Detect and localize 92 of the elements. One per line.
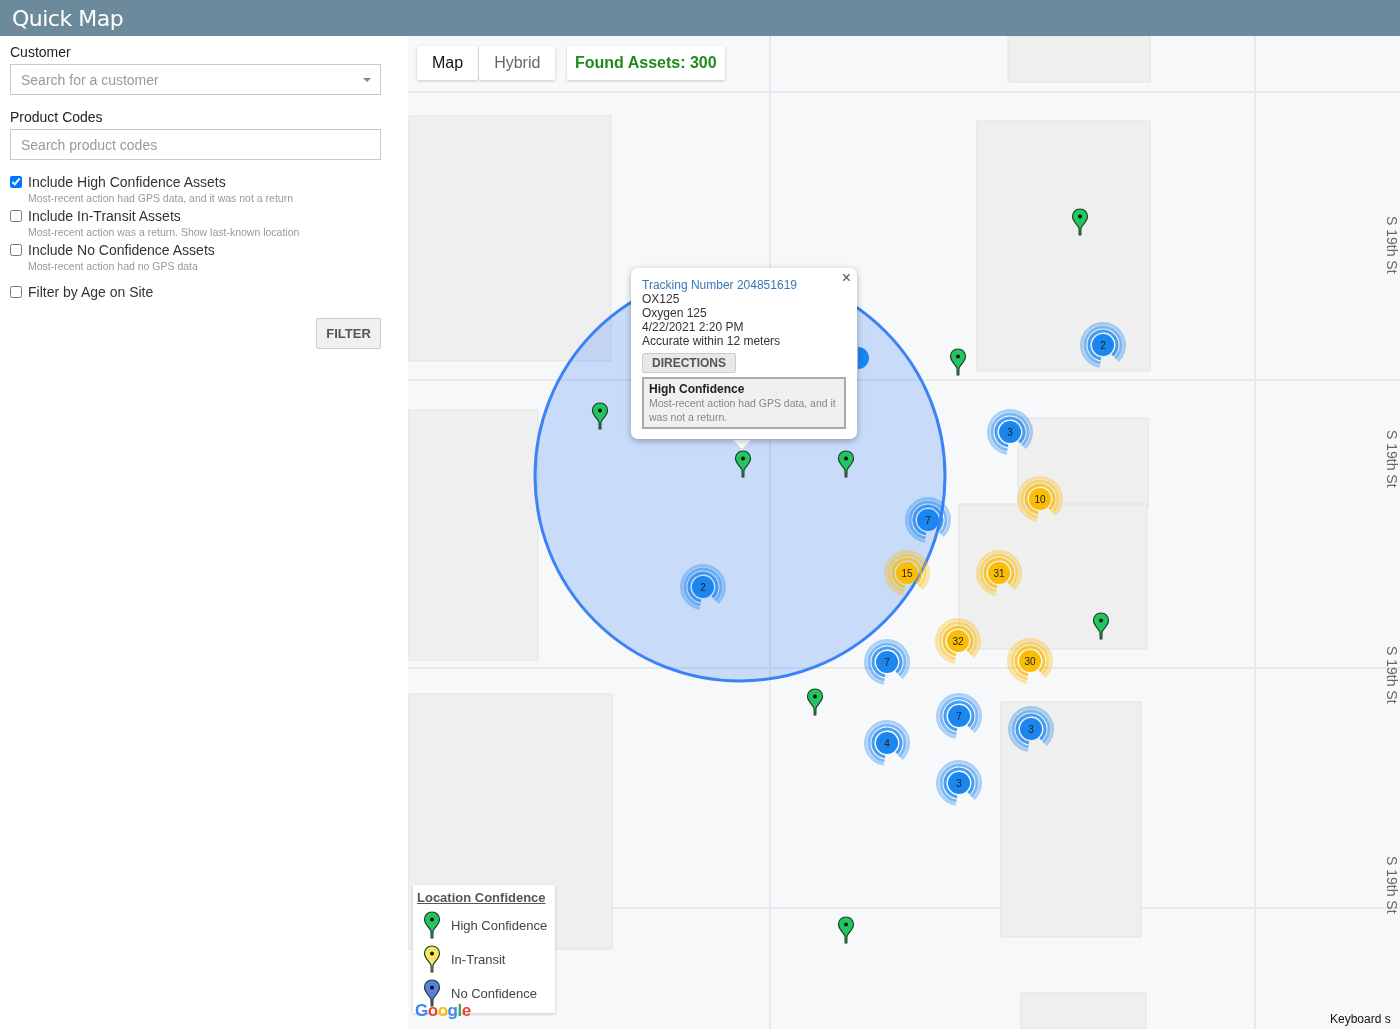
signal-rings-drawing xyxy=(864,720,910,766)
map-pin-icon[interactable] xyxy=(591,402,609,430)
checkbox[interactable] xyxy=(10,244,22,256)
close-button[interactable]: × xyxy=(839,269,853,287)
signal-rings-drawing xyxy=(1008,706,1054,752)
field-label: Product Codes xyxy=(10,109,104,125)
field-label: Customer xyxy=(10,44,72,60)
cluster-marker[interactable] xyxy=(948,772,970,794)
popup-detail: 4/22/2021 2:20 PM xyxy=(642,320,745,334)
signal-rings-drawing xyxy=(976,550,1022,596)
signal-rings-drawing xyxy=(936,760,982,806)
street-label: S 19th St xyxy=(1384,646,1400,704)
filter-button[interactable]: FILTER xyxy=(316,318,381,349)
cluster-marker[interactable] xyxy=(858,347,869,369)
cluster-marker[interactable] xyxy=(896,562,918,584)
checkbox-label: Include High Confidence Assets xyxy=(28,174,226,190)
legend-label: In-Transit xyxy=(451,951,506,967)
map-pin-icon[interactable] xyxy=(1071,208,1089,236)
signal-rings-drawing xyxy=(864,639,910,685)
map-pin-icon[interactable] xyxy=(949,348,967,376)
confidence-description: Most-recent action had GPS data, and it was not a return. xyxy=(649,396,837,424)
street-label: S 19th St xyxy=(1384,430,1400,488)
signal-rings-drawing xyxy=(680,564,726,610)
cluster-count: 31 xyxy=(993,567,1005,579)
signal-rings-drawing xyxy=(935,618,981,664)
map-pin-icon[interactable] xyxy=(1092,612,1110,640)
found-assets-count: Found Assets: 300 xyxy=(567,46,725,80)
legend-title: Location Confidence xyxy=(417,890,547,905)
map-pin-icon[interactable] xyxy=(423,911,441,939)
street-label: S 19th St xyxy=(1384,216,1400,274)
checkbox-label: Include No Confidence Assets xyxy=(28,242,215,258)
cluster-marker[interactable] xyxy=(917,509,939,531)
cluster-marker[interactable] xyxy=(948,705,970,727)
cluster-marker[interactable] xyxy=(947,630,969,652)
cluster-count: 7 xyxy=(884,656,890,668)
signal-rings-drawing xyxy=(1017,476,1063,522)
checkbox[interactable] xyxy=(10,176,22,188)
cluster-count: 2 xyxy=(700,581,706,593)
cluster-count: 32 xyxy=(952,635,964,647)
map-pin-icon[interactable] xyxy=(423,945,441,973)
cluster-count: 7 xyxy=(925,514,931,526)
signal-rings-drawing xyxy=(884,550,930,596)
cluster-marker[interactable] xyxy=(692,576,714,598)
cluster-count: 3 xyxy=(956,777,962,789)
signal-rings-drawing xyxy=(905,497,951,543)
cluster-count: 10 xyxy=(1034,493,1046,505)
popup-detail: OX125 xyxy=(642,292,681,306)
confidence-title: High Confidence xyxy=(649,382,746,396)
map-type-tab[interactable]: Map xyxy=(417,46,479,80)
caret-icon xyxy=(363,78,371,82)
keyboard-shortcuts-link[interactable]: Keyboard s xyxy=(1330,1012,1391,1026)
cluster-count: 3 xyxy=(1028,723,1034,735)
cluster-marker[interactable] xyxy=(876,651,898,673)
cluster-count: 3 xyxy=(1007,426,1013,438)
checkbox-label: Include In-Transit Assets xyxy=(28,208,181,224)
app-title: Quick Map xyxy=(12,5,124,31)
map-pin-icon[interactable] xyxy=(837,450,855,478)
checkbox[interactable] xyxy=(10,286,22,298)
checkbox-label: Filter by Age on Site xyxy=(28,284,154,300)
map-pin-icon[interactable] xyxy=(806,688,824,716)
signal-rings-drawing xyxy=(1080,322,1126,368)
map-pin-icon[interactable] xyxy=(734,450,752,478)
cluster-marker[interactable] xyxy=(1020,718,1042,740)
legend-label: No Confidence xyxy=(451,985,537,1001)
cluster-marker[interactable] xyxy=(1019,650,1041,672)
popup-detail: Accurate within 12 meters xyxy=(642,334,782,348)
google-logo: Google xyxy=(415,1001,471,1021)
cluster-marker[interactable] xyxy=(876,732,898,754)
street-label: S 19th St xyxy=(1384,856,1400,914)
directions-button[interactable]: DIRECTIONS xyxy=(642,353,736,373)
cluster-count: 4 xyxy=(884,737,890,749)
cluster-count: 2 xyxy=(1100,339,1106,351)
cluster-marker[interactable] xyxy=(1092,334,1114,356)
option-description: Most-recent action had GPS data, and it was not a return xyxy=(28,192,294,204)
signal-rings-drawing xyxy=(936,693,982,739)
checkbox[interactable] xyxy=(10,210,22,222)
cluster-marker[interactable] xyxy=(988,562,1010,584)
cluster-marker[interactable] xyxy=(1029,488,1051,510)
search-field[interactable]: Search product codes xyxy=(10,129,381,160)
customer-dropdown[interactable]: Search for a customer xyxy=(10,64,381,95)
popup-detail: Oxygen 125 xyxy=(642,306,708,320)
cluster-marker[interactable] xyxy=(999,421,1021,443)
signal-rings-drawing xyxy=(1007,638,1053,684)
cluster-count: 15 xyxy=(901,567,913,579)
map-pin-icon[interactable] xyxy=(837,916,855,944)
option-description: Most-recent action was a return. Show last-known location xyxy=(28,226,301,238)
signal-rings-drawing xyxy=(987,409,1033,455)
cluster-count: 30 xyxy=(1024,655,1036,667)
map-type-tab[interactable]: Hybrid xyxy=(479,46,556,80)
cluster-count: 7 xyxy=(956,710,962,722)
legend-label: High Confidence xyxy=(451,917,548,933)
option-description: Most-recent action had no GPS data xyxy=(28,260,199,272)
